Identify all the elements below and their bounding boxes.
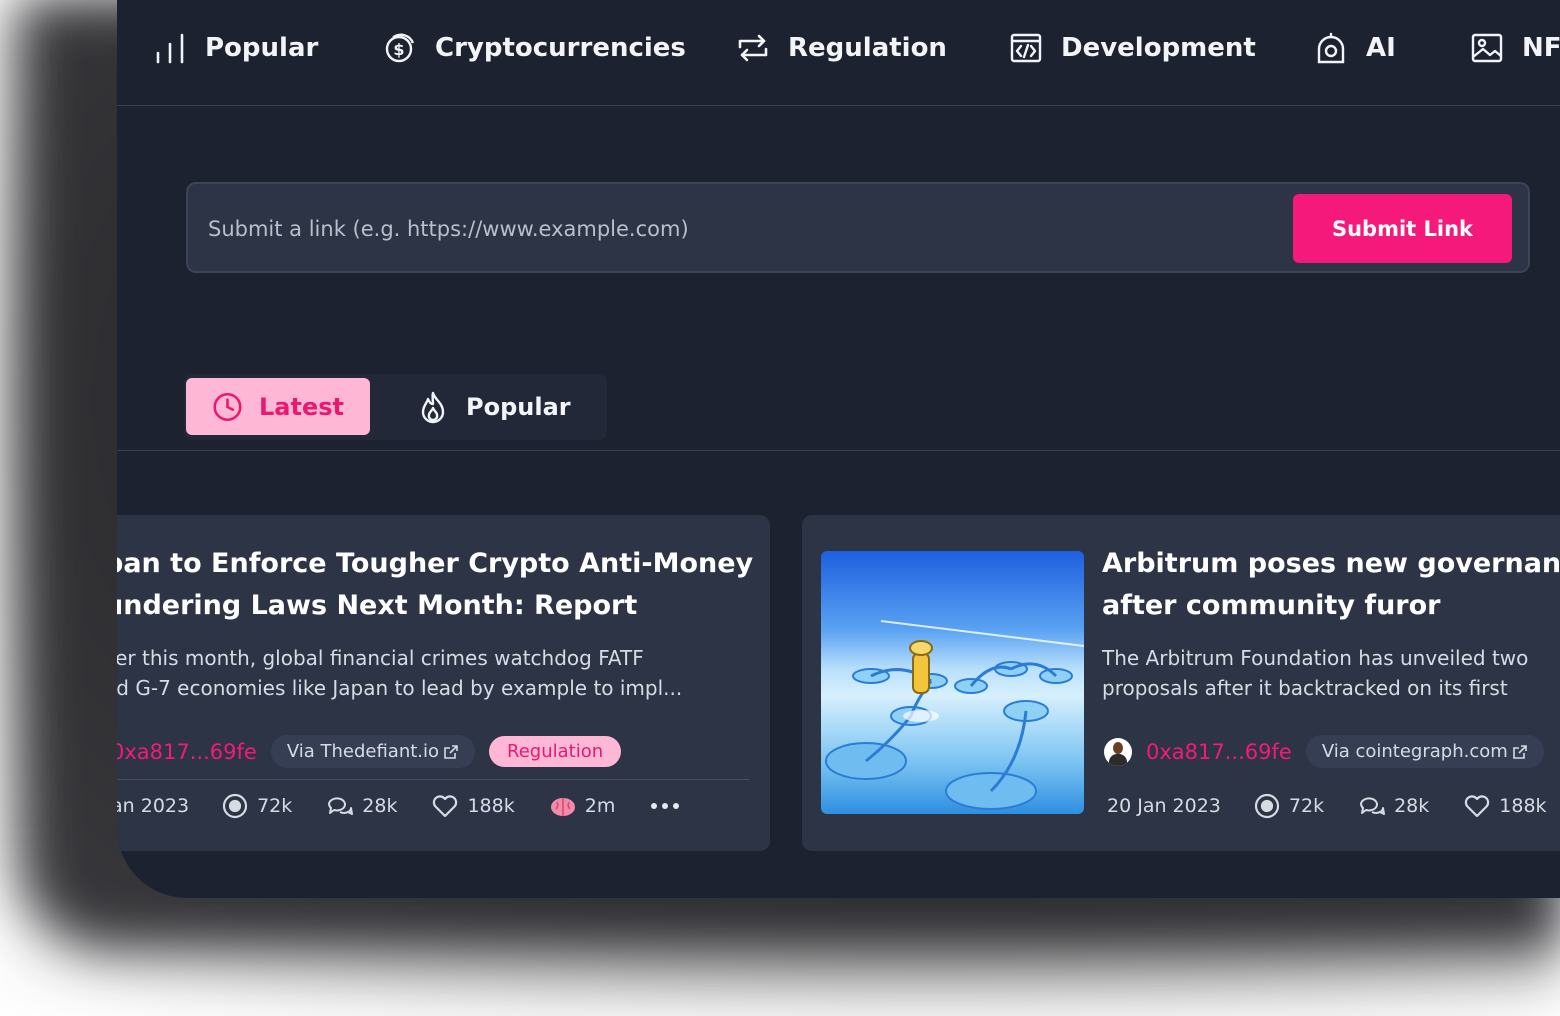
tab-popular[interactable]: Popular: [404, 378, 583, 435]
source-label: Via Thedefiant.io: [286, 741, 440, 762]
views-count: 72k: [1288, 795, 1325, 817]
robot-icon: [1317, 32, 1345, 64]
card-stats: 20 Jan 2023 72k 28k 188k: [1107, 792, 1547, 820]
clock-icon: [213, 392, 242, 421]
avatar[interactable]: [1104, 737, 1132, 766]
views-icon: [1254, 793, 1280, 819]
comments-stat[interactable]: 28k: [1358, 792, 1429, 820]
views-stat: 72k: [221, 792, 292, 820]
comments-stat[interactable]: 28k: [326, 792, 397, 820]
card-title-line[interactable]: Arbitrum poses new governance: [1102, 543, 1560, 585]
category-popular[interactable]: Popular: [153, 28, 318, 68]
card-title-line[interactable]: after community furor: [1102, 585, 1440, 627]
submit-link-form: Submit Link: [186, 182, 1530, 273]
bar-chart-icon: [156, 33, 184, 64]
category-development[interactable]: Development: [1009, 28, 1256, 68]
stage: Popular $ Cryptocurrencies Regulation De…: [0, 0, 1560, 1016]
heart-icon: [1465, 795, 1490, 818]
post-date: 20 Jan 2023: [1107, 795, 1221, 817]
news-card[interactable]: pan to Enforce Tougher Crypto Anti-Money…: [117, 515, 770, 851]
read-time-stat: 2m: [549, 792, 616, 820]
coin-icon: $: [385, 33, 415, 63]
image-icon: [1471, 33, 1503, 63]
category-regulation[interactable]: Regulation: [736, 28, 947, 68]
category-label: Popular: [205, 33, 319, 63]
comments-icon: [1360, 797, 1386, 815]
category-label: Cryptocurrencies: [435, 33, 686, 63]
card-title-line[interactable]: pan to Enforce Tougher Crypto Anti-Money: [117, 543, 753, 585]
author-address[interactable]: 0xa817...69fe: [1146, 740, 1292, 764]
divider: [117, 450, 1560, 451]
comments-icon: [328, 797, 354, 815]
card-title-line[interactable]: undering Laws Next Month: Report: [117, 585, 637, 627]
submit-link-button[interactable]: Submit Link: [1293, 194, 1512, 263]
category-tag[interactable]: Regulation: [489, 736, 622, 767]
views-count: 72k: [257, 795, 293, 817]
read-time: 2m: [584, 795, 616, 817]
code-icon: [1010, 33, 1042, 63]
thumbnail-illustration: [825, 620, 1084, 810]
card-meta: 0xa817...69fe Via cointegraph.com: [1104, 735, 1544, 768]
category-label: Development: [1061, 33, 1256, 63]
category-cryptocurrencies[interactable]: $ Cryptocurrencies: [383, 28, 686, 68]
card-description-line: proposals after it backtracked on its fi…: [1102, 676, 1508, 700]
category-label: AI: [1366, 33, 1396, 63]
brain-icon: [550, 798, 575, 816]
post-date: an 2023: [117, 795, 190, 817]
svg-text:$: $: [393, 40, 404, 59]
category-bar: Popular $ Cryptocurrencies Regulation De…: [117, 0, 1560, 106]
category-label: Regulation: [788, 33, 947, 63]
author-address[interactable]: 0xa817...69fe: [117, 740, 257, 764]
card-description-line: lier this month, global financial crimes…: [117, 646, 644, 670]
likes-count: 188k: [467, 795, 515, 817]
news-card[interactable]: Arbitrum poses new governance after comm…: [802, 515, 1560, 851]
repeat-icon: [738, 34, 768, 62]
card-description-line: ed G-7 economies like Japan to lead by e…: [117, 676, 683, 700]
card-description-line: The Arbitrum Foundation has unveiled two: [1102, 646, 1529, 670]
source-link[interactable]: Via cointegraph.com: [1305, 735, 1544, 768]
app-panel: Popular $ Cryptocurrencies Regulation De…: [117, 0, 1560, 898]
likes-count: 188k: [1499, 795, 1547, 817]
comments-count: 28k: [362, 795, 398, 817]
submit-link-input[interactable]: [208, 204, 1268, 254]
category-label: NF: [1522, 33, 1560, 63]
flame-icon: [421, 391, 445, 423]
more-options-icon[interactable]: [651, 803, 680, 809]
category-ai[interactable]: AI: [1314, 28, 1396, 68]
tab-latest[interactable]: Latest: [186, 378, 370, 435]
external-link-icon: [1512, 744, 1527, 759]
tab-label: Latest: [259, 392, 344, 421]
category-nft[interactable]: NF: [1470, 28, 1560, 68]
likes-stat[interactable]: 188k: [1463, 792, 1547, 820]
heart-icon: [433, 795, 458, 818]
comments-count: 28k: [1394, 795, 1430, 817]
views-stat: 72k: [1253, 792, 1324, 820]
likes-stat[interactable]: 188k: [431, 792, 515, 820]
tab-label: Popular: [466, 392, 571, 421]
card-divider: [117, 779, 749, 780]
source-link[interactable]: Via Thedefiant.io: [270, 735, 476, 768]
card-meta: 0xa817...69fe Via Thedefiant.io Regulati…: [117, 735, 622, 768]
card-stats: an 2023 72k 28k 188k 2m: [117, 792, 680, 820]
article-thumbnail[interactable]: [821, 551, 1084, 814]
source-label: Via cointegraph.com: [1321, 741, 1508, 762]
external-link-icon: [444, 744, 458, 759]
feed-tabs: Latest Popular: [184, 374, 607, 440]
views-icon: [222, 793, 248, 819]
